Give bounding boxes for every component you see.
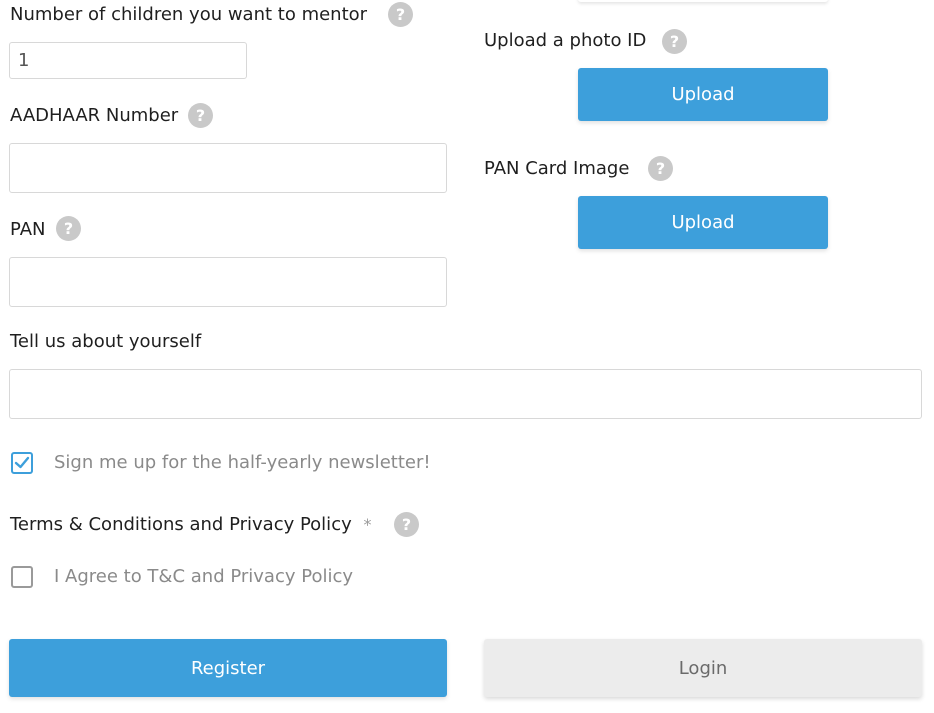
newsletter-label: Sign me up for the half-yearly newslette… <box>54 452 431 473</box>
photo-id-label: Upload a photo ID <box>484 30 647 51</box>
help-icon[interactable]: ? <box>394 512 419 537</box>
terms-heading: Terms & Conditions and Privacy Policy * <box>10 513 371 537</box>
login-button[interactable]: Login <box>484 639 922 697</box>
newsletter-checkbox[interactable] <box>11 452 33 474</box>
terms-heading-text: Terms & Conditions and Privacy Policy <box>10 514 352 535</box>
pan-input[interactable] <box>9 257 447 307</box>
help-icon[interactable]: ? <box>388 2 413 27</box>
previous-upload-button-edge <box>578 0 828 2</box>
help-icon[interactable]: ? <box>662 29 687 54</box>
children-input[interactable] <box>9 42 247 79</box>
pan-card-label: PAN Card Image <box>484 158 630 179</box>
aadhaar-input[interactable] <box>9 143 447 193</box>
help-icon[interactable]: ? <box>648 156 673 181</box>
terms-checkbox-label: I Agree to T&C and Privacy Policy <box>54 566 354 587</box>
aadhaar-label: AADHAAR Number <box>10 105 179 126</box>
pan-label: PAN <box>10 219 46 240</box>
required-mark: * <box>363 515 372 534</box>
register-button[interactable]: Register <box>9 639 447 697</box>
about-label: Tell us about yourself <box>10 331 202 352</box>
about-input[interactable] <box>9 369 922 419</box>
upload-pan-card-button[interactable]: Upload <box>578 196 828 249</box>
terms-checkbox[interactable] <box>11 566 33 588</box>
children-label: Number of children you want to mentor <box>10 4 368 25</box>
help-icon[interactable]: ? <box>188 103 213 128</box>
upload-photo-id-button[interactable]: Upload <box>578 68 828 121</box>
checkmark-icon <box>14 456 30 469</box>
help-icon[interactable]: ? <box>56 216 81 241</box>
